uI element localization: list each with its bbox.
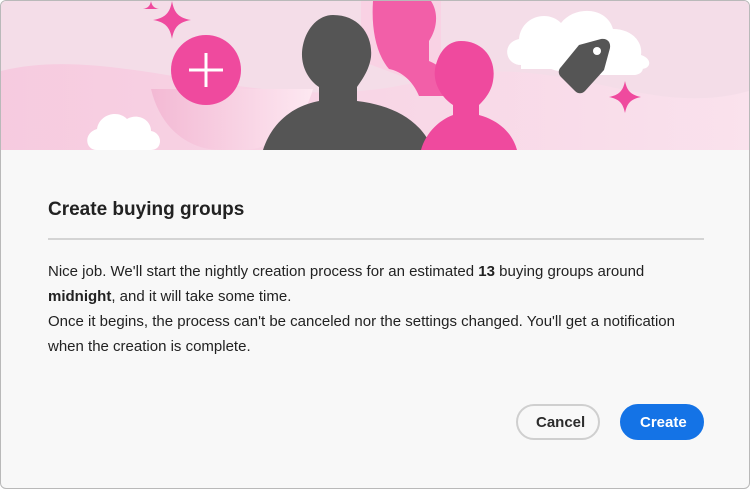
dialog-message: Nice job. We'll start the nightly creati… [48, 259, 708, 359]
title-divider [48, 238, 704, 240]
dialog-button-group: Cancel Create [516, 404, 704, 440]
creation-time: midnight [48, 288, 112, 305]
estimated-count: 13 [478, 263, 495, 280]
hero-illustration [1, 1, 749, 150]
message-paragraph-1: Nice job. We'll start the nightly creati… [48, 259, 708, 309]
message-text: , and it will take some time. [111, 288, 292, 305]
create-buying-groups-dialog: Create buying groups Nice job. We'll sta… [0, 0, 750, 489]
message-text: Nice job. We'll start the nightly creati… [48, 263, 479, 280]
cancel-button[interactable]: Cancel [516, 404, 600, 440]
plus-circle-icon [171, 35, 241, 105]
message-paragraph-2: Once it begins, the process can't be can… [48, 313, 675, 355]
message-text: buying groups around [494, 263, 645, 280]
create-button[interactable]: Create [620, 404, 704, 440]
dialog-title: Create buying groups [48, 199, 245, 220]
